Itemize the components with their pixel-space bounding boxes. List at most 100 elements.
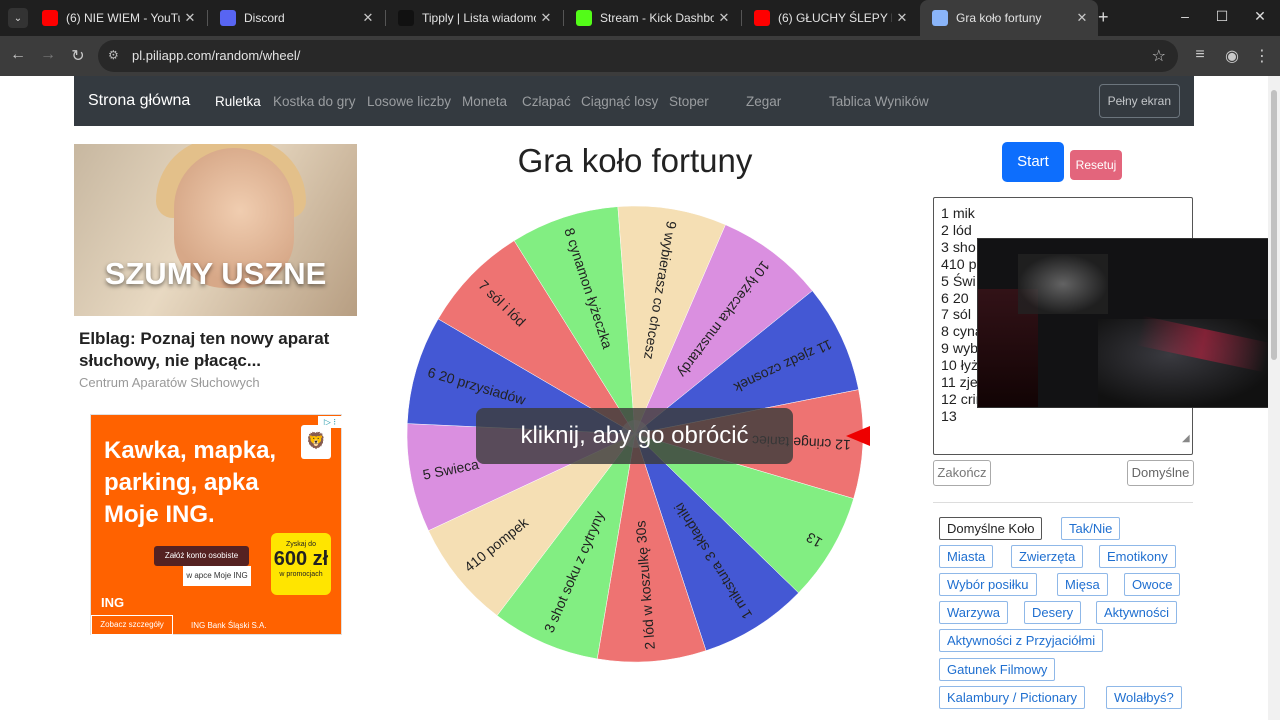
discord-icon xyxy=(220,10,236,26)
tipply-icon xyxy=(398,10,414,26)
resize-handle-icon[interactable]: ◢ xyxy=(1182,433,1190,444)
ad-ing-badge-small: Zyskaj do xyxy=(286,541,316,548)
fullscreen-button[interactable]: Pełny ekran xyxy=(1098,84,1180,118)
close-tab-icon[interactable]: ✕ xyxy=(714,10,734,26)
ad-image[interactable]: SZUMY USZNE xyxy=(74,144,357,316)
tab-separator xyxy=(563,10,564,26)
nav-link[interactable]: Ciągnąć losy xyxy=(581,94,658,109)
tab-title: (6) GŁUCHY ŚLEPY NIEMY xyxy=(778,11,892,25)
default-button[interactable]: Domyślne xyxy=(1127,460,1194,486)
site-info-icon[interactable]: ⚙ xyxy=(108,48,119,62)
close-tab-icon[interactable]: ✕ xyxy=(358,10,378,26)
reset-button[interactable]: Resetuj xyxy=(1070,150,1122,180)
ad-source: Centrum Aparatów Słuchowych xyxy=(79,375,260,390)
menu-icon[interactable]: ⋮ xyxy=(1252,46,1272,66)
nav-link[interactable]: Losowe liczby xyxy=(367,94,451,109)
youtube-icon xyxy=(42,10,58,26)
ad-ing-more-button[interactable]: Zobacz szczegóły xyxy=(91,615,173,635)
url-text: pl.piliapp.com/random/wheel/ xyxy=(132,48,301,63)
finish-button[interactable]: Zakończ xyxy=(933,460,991,486)
nav-link[interactable]: Tablica Wyników xyxy=(829,94,929,109)
preset-button[interactable]: Aktywności z Przyjaciółmi xyxy=(939,629,1104,652)
nav-link[interactable]: Człapać xyxy=(522,94,571,109)
ad-hearing[interactable]: SZUMY USZNE Elblag: Poznaj ten nowy apar… xyxy=(74,144,357,392)
ad-ing[interactable]: ▷ ⁝ Kawka, mapka, parking, apka Moje ING… xyxy=(90,414,342,635)
browser-toolbar: ← → ↻ ⚙ pl.piliapp.com/random/wheel/ ☆ ≡… xyxy=(0,36,1280,76)
preset-button[interactable]: Domyślne Koło xyxy=(939,517,1043,540)
maximize-button[interactable]: ☐ xyxy=(1212,8,1232,25)
page-scrollbar[interactable] xyxy=(1268,76,1280,720)
close-window-button[interactable]: ✕ xyxy=(1250,8,1270,25)
preset-button[interactable]: Gatunek Filmowy xyxy=(939,658,1056,681)
close-tab-icon[interactable]: ✕ xyxy=(892,10,912,26)
nav-link[interactable]: Ruletka xyxy=(215,94,261,109)
start-button[interactable]: Start xyxy=(1002,142,1064,182)
tab[interactable]: Stream - Kick Dashboard✕ xyxy=(564,0,740,36)
brand-link[interactable]: Strona główna xyxy=(88,92,190,110)
address-bar[interactable]: ⚙ pl.piliapp.com/random/wheel/ ☆ xyxy=(98,40,1178,72)
ad-headline: SZUMY USZNE xyxy=(104,256,327,291)
webcam-shape xyxy=(1018,254,1108,314)
tab-title: Tipply | Lista wiadomości xyxy=(422,11,536,25)
preset-button[interactable]: Tak/Nie xyxy=(1061,517,1121,540)
entry-line: 1 mik xyxy=(941,206,975,222)
preset-button[interactable]: Zwierzęta xyxy=(1011,545,1084,568)
divider xyxy=(933,502,1193,503)
scrollbar-thumb[interactable] xyxy=(1271,90,1277,360)
tab-title: Stream - Kick Dashboard xyxy=(600,11,714,25)
kick-icon xyxy=(576,10,592,26)
spin-prompt[interactable]: kliknij, aby go obrócić xyxy=(476,408,793,464)
ad-ing-badge: Zyskaj do 600 zł w promocjach xyxy=(271,533,331,595)
piliapp-icon xyxy=(932,10,948,26)
tab[interactable]: Gra koło fortuny ✕ xyxy=(920,0,1098,36)
minimize-button[interactable]: – xyxy=(1175,8,1195,24)
profile-avatar[interactable]: ◉ xyxy=(1222,46,1242,66)
nav-link[interactable]: Kostka do gry xyxy=(273,94,356,109)
close-tab-icon[interactable]: ✕ xyxy=(536,10,556,26)
preset-button[interactable]: Emotikony xyxy=(1099,545,1176,568)
preset-button[interactable]: Desery xyxy=(1024,601,1082,624)
page-content: Strona główna Ruletka Kostka do gry Losowe… xyxy=(0,76,1268,720)
ad-ing-bank: ING Bank Śląski S.A. xyxy=(191,621,267,630)
tab-title: Discord xyxy=(244,11,285,25)
preset-button[interactable]: Owoce xyxy=(1124,573,1181,596)
wheel-pointer xyxy=(846,426,870,446)
close-tab-icon[interactable]: ✕ xyxy=(180,10,200,26)
reload-button[interactable]: ↻ xyxy=(68,46,88,66)
tab-search-button[interactable]: ⌄ xyxy=(8,8,28,28)
ad-ing-badge-amount: 600 zł xyxy=(273,548,329,570)
close-tab-icon[interactable]: ✕ xyxy=(1072,10,1092,26)
page-title: Gra koło fortuny xyxy=(517,142,753,179)
ing-brand: ING xyxy=(101,595,125,610)
preset-button[interactable]: Mięsa xyxy=(1057,573,1108,596)
reading-list-icon[interactable]: ≡ xyxy=(1190,46,1210,64)
ing-lion-logo: 🦁 xyxy=(301,425,331,459)
preset-button[interactable]: Wolałbyś? xyxy=(1106,686,1182,709)
preset-button[interactable]: Aktywności xyxy=(1096,601,1178,624)
new-tab-button[interactable]: + xyxy=(1098,7,1109,28)
nav-link[interactable]: Moneta xyxy=(462,94,507,109)
tab[interactable]: Discord ✕ xyxy=(208,0,384,36)
tab-strip: ⌄ (6) NIE WIEM - YouTube✕Discord✕Tipply … xyxy=(0,0,1280,36)
ad-ing-cta[interactable]: Załóż konto osobiste xyxy=(154,546,249,566)
tab-title: Gra koło fortuny xyxy=(956,11,1042,25)
nav-link[interactable]: Stoper xyxy=(669,94,709,109)
tab[interactable]: (6) NIE WIEM - YouTube✕ xyxy=(30,0,206,36)
preset-button[interactable]: Miasta xyxy=(939,545,994,568)
entry-line: 13 xyxy=(941,408,957,425)
preset-button[interactable]: Warzywa xyxy=(939,601,1008,624)
ad-ing-text: Kawka, mapka, parking, apka Moje ING. xyxy=(104,437,277,528)
preset-button[interactable]: Wybór posiłku xyxy=(939,573,1037,596)
site-navbar: Strona główna Ruletka Kostka do gry Losowe… xyxy=(74,76,1194,126)
preset-button[interactable]: Kalambury / Pictionary xyxy=(939,686,1086,709)
ad-ing-badge-note: w promocjach xyxy=(279,571,323,578)
webcam-overlay xyxy=(977,238,1268,408)
tab[interactable]: Tipply | Lista wiadomości✕ xyxy=(386,0,562,36)
forward-button[interactable]: → xyxy=(38,46,58,64)
nav-link[interactable]: Zegar xyxy=(746,94,781,109)
ad-title[interactable]: Elblag: Poznaj ten nowy aparat słuchowy,… xyxy=(79,328,359,372)
back-button[interactable]: ← xyxy=(8,46,28,64)
bookmark-star-icon[interactable]: ☆ xyxy=(1152,46,1166,66)
tab-separator xyxy=(741,10,742,26)
tab[interactable]: (6) GŁUCHY ŚLEPY NIEMY✕ xyxy=(742,0,918,36)
